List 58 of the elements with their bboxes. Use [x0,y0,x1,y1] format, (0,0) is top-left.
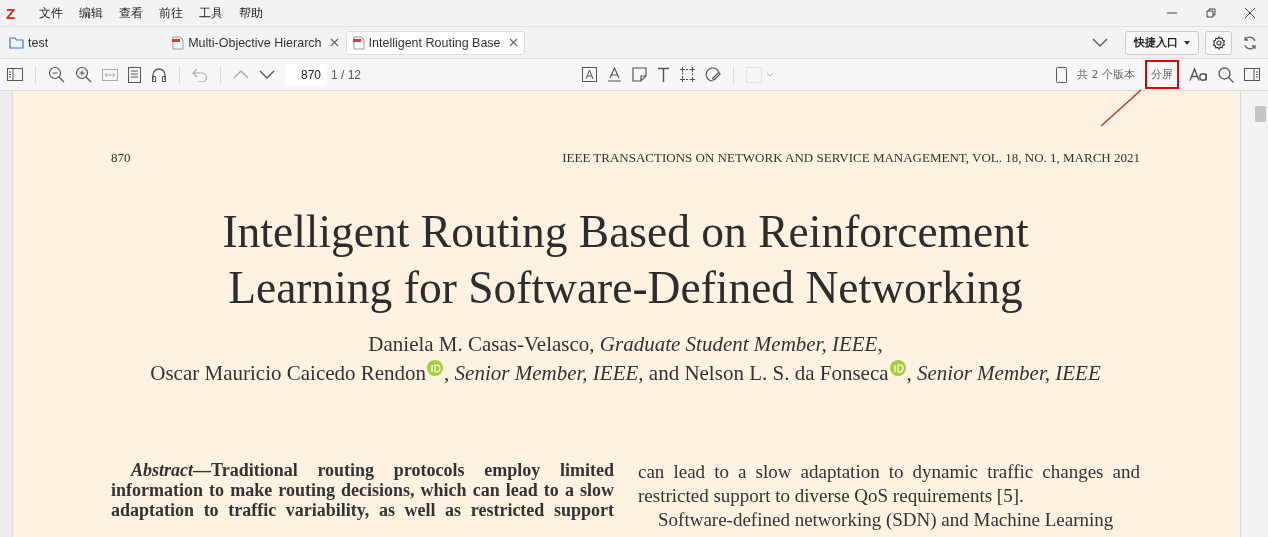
sync-icon[interactable] [1242,34,1258,51]
abstract-paragraph: Abstract—Traditional routing protocols employ limited information to make routing decisions, which can lead to a slow adaptation to traffic variability, as well as restricted support [111,460,614,522]
restore-icon[interactable] [1205,7,1217,19]
menu-item[interactable]: 帮助 [239,4,263,22]
paper-title: Intelligent Routing Based on Reinforcement [221,205,1030,259]
page-number: 870 [111,150,131,166]
chevron-down-icon[interactable] [259,70,275,79]
menu-item[interactable]: 编辑 [79,4,103,22]
menu-item[interactable]: 工具 [199,4,223,22]
journal-header: IEEE TRANSACTIONS ON NETWORK AND SERVICE MANAGEMENT, VOL. 18, NO. 1, MARCH 2021 [562,150,1140,166]
headphones-icon[interactable] [151,66,167,83]
paper-title: Learning for Software-Defined Networking [227,261,1024,315]
page-icon[interactable] [128,66,141,83]
zoom-in-icon[interactable] [75,66,92,83]
color-picker[interactable] [746,66,774,83]
menu-item[interactable]: 前往 [159,4,183,22]
close-tab-icon[interactable] [508,38,518,47]
note-icon[interactable] [632,67,647,82]
text-icon[interactable] [657,67,670,82]
chevron-down-icon[interactable] [1092,38,1108,47]
zoom-out-icon[interactable] [48,66,65,83]
author-text: Daniela M. Casas-Velasco, Graduate Student Member, IEEE, [368,331,883,358]
caret-icon [1184,40,1190,45]
author-text: Oscar Mauricio Caicedo Rendon [150,360,427,387]
gear-icon [1211,35,1226,50]
quick-access-button[interactable]: 快捷入口 [1125,30,1199,55]
pdf-file-icon [172,35,185,50]
settings-button[interactable] [1205,30,1232,55]
underline-text-icon[interactable] [607,67,622,82]
side-panel-icon[interactable] [1244,68,1260,81]
author-text: , Senior Member, IEEE, and Nelson L. S. da Fonseca [444,360,889,387]
split-screen-button[interactable]: 分屏 [1145,60,1179,89]
scrollbar-thumb[interactable] [1255,106,1266,122]
body-paragraph: can lead to a slow adaptation to dynamic traffic changes and restricted support to diverse QoS requirements [5]. [638,460,1140,508]
search-icon[interactable] [1218,66,1234,83]
draw-icon[interactable] [705,67,721,82]
menu-item[interactable]: 查看 [119,4,143,22]
close-tab-icon[interactable] [329,38,339,47]
close-icon[interactable] [1244,7,1256,19]
pdf-file-icon [352,35,365,50]
folder-icon [9,36,24,49]
tab[interactable]: test [8,30,56,55]
versions-label[interactable]: 共 2 个版本 [1077,67,1135,82]
font-size-icon[interactable] [1189,68,1208,81]
author-text: , Senior Member, IEEE [906,360,1101,387]
select-area-icon[interactable] [680,67,695,82]
tab[interactable]: Intelligent Routing Base [345,30,525,55]
single-page-icon[interactable] [1056,66,1067,83]
tab[interactable]: Multi-Objective Hierarch [165,30,346,55]
page-count: 1 / 12 [331,67,362,82]
body-paragraph: Software-defined networking (SDN) and Machine Learning [657,508,1115,532]
annotation-line [1100,89,1142,127]
page-number-field[interactable]: 870 [285,63,327,86]
text-box-icon[interactable] [582,67,597,82]
sidebar-icon[interactable] [7,68,23,81]
menu-item[interactable]: 文件 [39,4,63,22]
app-logo: Z [6,4,17,22]
caret-icon [766,72,774,77]
